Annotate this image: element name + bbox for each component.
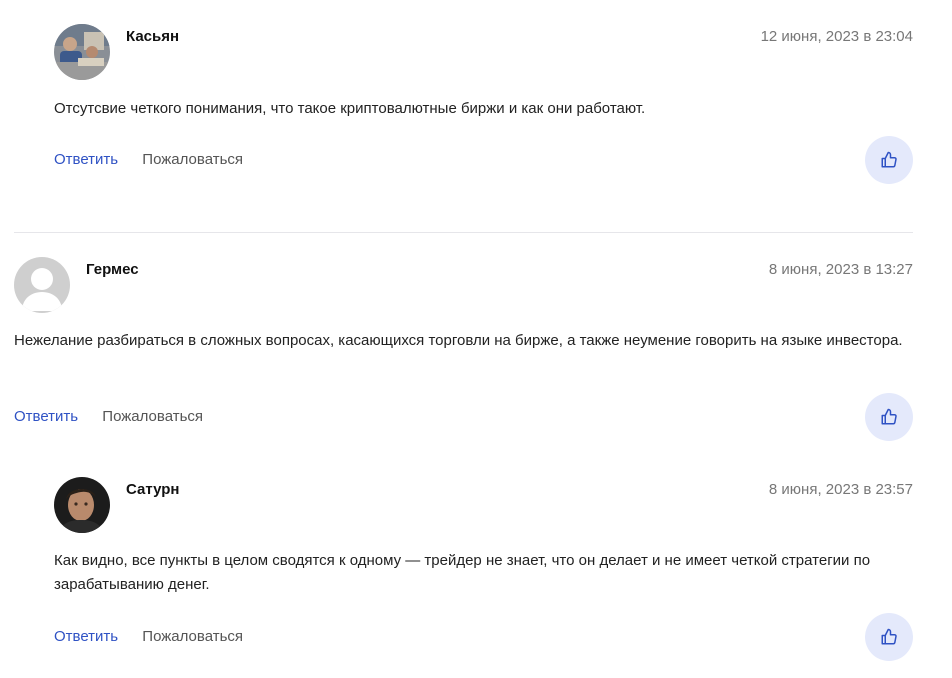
avatar[interactable] bbox=[54, 477, 110, 533]
comment-author: Касьян bbox=[126, 28, 180, 45]
report-button[interactable]: Пожаловаться bbox=[102, 408, 203, 425]
report-button[interactable]: Пожаловаться bbox=[142, 151, 243, 168]
reply-button[interactable]: Ответить bbox=[54, 151, 118, 168]
comment-actions: Ответить Пожаловаться bbox=[54, 151, 243, 168]
like-button[interactable] bbox=[865, 613, 913, 661]
photo-avatar-icon bbox=[54, 24, 110, 80]
comment-actions: Ответить Пожаловаться bbox=[14, 408, 203, 425]
comment-text: Нежелание разбираться в сложных вопросах… bbox=[14, 332, 903, 349]
comment-text: Отсутсвие четкого понимания, что такое к… bbox=[54, 100, 646, 117]
like-button[interactable] bbox=[865, 393, 913, 441]
avatar[interactable] bbox=[14, 257, 70, 313]
comment-date: 12 июня, 2023 в 23:04 bbox=[760, 28, 913, 45]
default-user-icon bbox=[14, 257, 70, 313]
reply-button[interactable]: Ответить bbox=[54, 628, 118, 645]
comment-author: Гермес bbox=[86, 261, 139, 278]
like-button[interactable] bbox=[865, 136, 913, 184]
comment-date: 8 июня, 2023 в 13:27 bbox=[768, 261, 913, 278]
comment-date: 8 июня, 2023 в 23:57 bbox=[768, 481, 913, 498]
comment-author: Сатурн bbox=[126, 481, 180, 498]
thumbs-up-icon bbox=[881, 408, 897, 425]
comment-actions: Ответить Пожаловаться bbox=[54, 628, 243, 645]
avatar[interactable] bbox=[54, 24, 110, 80]
thumbs-up-icon bbox=[881, 628, 897, 645]
comment-text: Как видно, все пункты в целом сводятся к… bbox=[54, 552, 871, 593]
reply-button[interactable]: Ответить bbox=[14, 408, 78, 425]
report-button[interactable]: Пожаловаться bbox=[142, 628, 243, 645]
thumbs-up-icon bbox=[881, 151, 897, 168]
photo-avatar-icon bbox=[54, 477, 110, 533]
divider bbox=[14, 232, 913, 233]
